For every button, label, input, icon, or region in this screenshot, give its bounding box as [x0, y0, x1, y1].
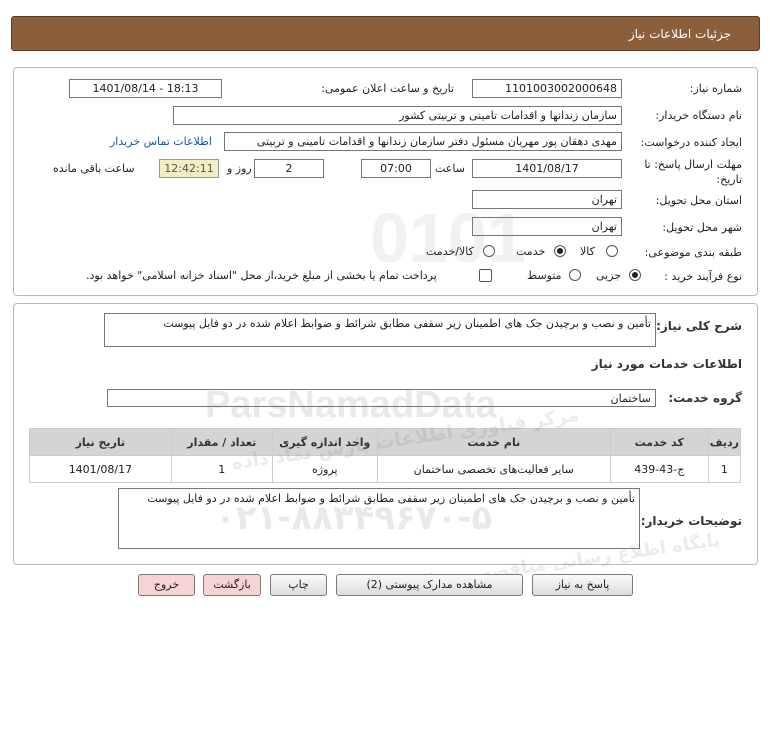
buyer-org-field: سازمان زندانها و اقدامات تامینی و تربیتی… [173, 106, 622, 125]
table-row: 1 ج-43-439 سایر فعالیت‌های تخصصی ساختمان… [29, 455, 742, 483]
province-field: تهران [472, 190, 622, 209]
announce-label: تاریخ و ساعت اعلان عمومی: [321, 82, 454, 95]
category-radio-goods-service[interactable] [483, 245, 495, 257]
services-table: ردیف کد خدمت نام خدمت واحد اندازه گیری ت… [29, 428, 742, 483]
province-label: استان محل تحویل: [655, 194, 742, 207]
need-number-field: 1101003002000648 [472, 79, 622, 98]
days-label: روز و [227, 162, 252, 175]
buyer-notes-field: تأمین و نصب و برچیدن جک های اطمینان زیر … [118, 488, 640, 549]
announce-field: 1401/08/14 - 18:13 [69, 79, 222, 98]
category-option-service: خدمت [516, 245, 546, 258]
reply-button[interactable]: پاسخ به نیاز [532, 574, 633, 596]
print-button[interactable]: چاپ [270, 574, 327, 596]
creator-label: ایجاد کننده درخواست: [640, 136, 742, 149]
buyer-notes-label: توضیحات خریدار: [640, 514, 742, 528]
summary-field: تأمین و نصب و برچیدن جک های اطمینان زیر … [104, 313, 656, 347]
remaining-label: ساعت باقی مانده [53, 162, 135, 175]
cell-unit: پروژه [271, 455, 378, 483]
col-unit: واحد اندازه گیری [271, 428, 378, 456]
category-radio-goods[interactable] [606, 245, 618, 257]
col-service-name: نام خدمت [376, 428, 611, 456]
treasury-payment-note: پرداخت تمام یا بخشی از مبلغ خرید،از محل … [86, 269, 437, 282]
deadline-time-field: 07:00 [361, 159, 431, 178]
city-label: شهر محل تحویل: [662, 221, 742, 234]
days-field: 2 [254, 159, 324, 178]
service-group-label: گروه خدمت: [668, 391, 742, 405]
view-attachments-button[interactable]: مشاهده مدارک پیوستی (2) [336, 574, 523, 596]
category-radio-service[interactable] [554, 245, 566, 257]
category-option-goods-service: کالا/خدمت [426, 245, 474, 258]
purchase-option-minor: جزیی [596, 269, 622, 282]
treasury-payment-checkbox[interactable] [479, 269, 492, 282]
cell-service-name: سایر فعالیت‌های تخصصی ساختمان [376, 455, 611, 483]
col-need-date: تاریخ نیاز [29, 428, 172, 456]
services-heading: اطلاعات خدمات مورد نیاز [591, 357, 742, 371]
cell-quantity: 1 [170, 455, 273, 483]
cell-service-code: ج-43-439 [609, 455, 709, 483]
purchase-radio-medium[interactable] [569, 269, 581, 281]
cell-need-date: 1401/08/17 [29, 455, 172, 483]
category-label: طبقه بندی موضوعی: [644, 246, 742, 259]
back-button[interactable]: بازگشت [203, 574, 261, 596]
city-field: تهران [472, 217, 622, 236]
purchase-radio-minor[interactable] [629, 269, 641, 281]
deadline-label: مهلت ارسال پاسخ: تا تاریخ: [644, 158, 742, 186]
cell-row-number: 1 [707, 455, 742, 483]
deadline-date-field: 1401/08/17 [472, 159, 622, 178]
deadline-time-label: ساعت [435, 162, 465, 175]
purchase-type-label: نوع فرآیند خرید : [664, 270, 742, 283]
service-group-field: ساختمان [107, 389, 656, 407]
exit-button[interactable]: خروج [138, 574, 195, 596]
page-header: جزئیات اطلاعات نیاز [11, 16, 760, 51]
page-title: جزئیات اطلاعات نیاز [628, 27, 731, 41]
purchase-option-medium: متوسط [527, 269, 562, 282]
category-option-goods: کالا [580, 245, 595, 258]
col-quantity: تعداد / مقدار [170, 428, 273, 456]
col-row-number: ردیف [707, 428, 742, 456]
summary-label: شرح کلی نیاز: [656, 319, 742, 333]
table-header-row: ردیف کد خدمت نام خدمت واحد اندازه گیری ت… [29, 428, 742, 456]
buyer-contact-link[interactable]: اطلاعات تماس خریدار [110, 135, 212, 148]
remaining-time-field: 12:42:11 [159, 159, 219, 178]
creator-field: مهدی دهقان پور مهریان مسئول دفتر سازمان … [224, 132, 622, 151]
buyer-org-label: نام دستگاه خریدار: [655, 109, 742, 122]
need-number-label: شماره نیاز: [689, 82, 742, 95]
col-service-code: کد خدمت [609, 428, 709, 456]
